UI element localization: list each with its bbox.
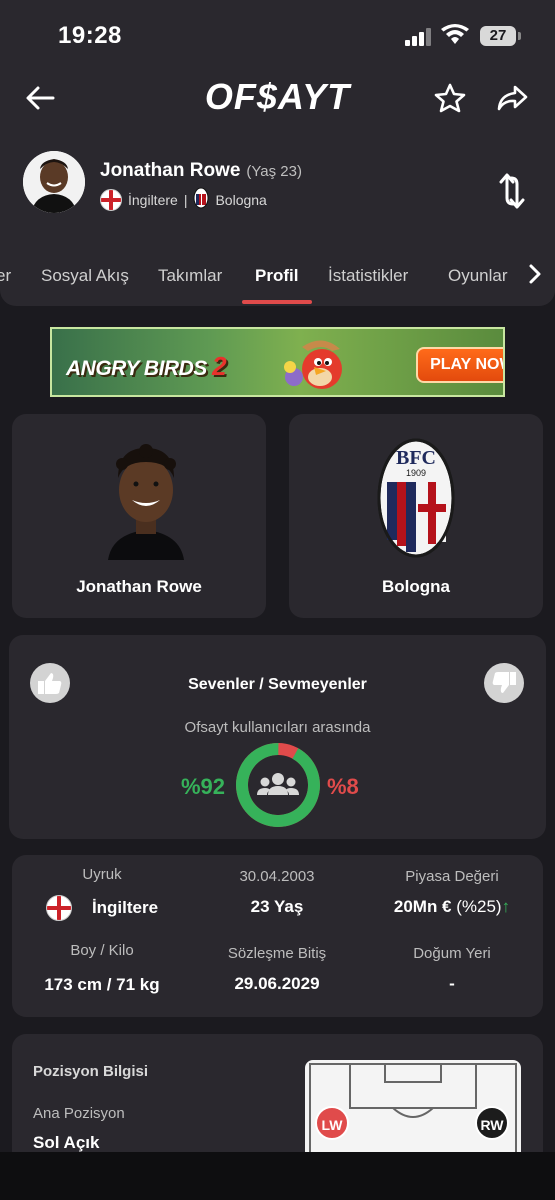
dislike-percentage: %8 [327,774,359,799]
contract-value: 29.06.2029 [234,974,320,993]
club-card[interactable]: BFC 1909 Bologna [289,414,543,618]
signal-icon [405,28,433,46]
height-weight-value: 173 cm / 71 kg [44,975,160,994]
svg-text:BFC: BFC [396,447,436,469]
tab-games[interactable]: Oyunlar [448,266,508,286]
position-title: Pozisyon Bilgisi [33,1063,149,1080]
battery-icon: 27 [480,26,521,46]
england-flag-icon [45,895,72,921]
birthplace-label: Doğum Yeri [413,945,491,962]
tab-bar: er Sosyal Akış Takımlar Profil İstatisti… [0,242,555,306]
ad-title: ANGRY BIRDS 2 [66,351,227,381]
contract-label: Sözleşme Bitiş [227,945,327,962]
main-position-value: Sol Açık [33,1133,100,1152]
market-value: 20Mn € (%25)↑ [393,897,511,916]
status-bar: 19:28 27 [0,0,555,70]
main-position-label: Ana Pozisyon [33,1105,125,1122]
birth-date: 30.04.2003 [239,868,315,885]
player-country[interactable]: İngiltere [128,192,178,208]
star-icon[interactable] [426,70,474,126]
birthplace-cell: Doğum Yeri - [367,945,537,994]
arrow-up-icon: ↑ [501,897,511,916]
player-name: Jonathan Rowe (Yaş 23) [100,160,302,181]
svg-text:1909: 1909 [406,468,426,478]
wifi-icon [441,24,469,46]
nationality-cell: Uyruk İngiltere [17,866,187,921]
age-value: 23 Yaş [250,897,304,916]
meta-separator: | [183,191,188,208]
club-card-name: Bologna [382,577,450,596]
chevron-right-icon[interactable] [515,242,555,306]
status-time: 19:28 [58,22,122,49]
tab-teams[interactable]: Takımlar [158,266,222,286]
likes-subtitle: Ofsayt kullanıcıları arasında [184,719,371,736]
player-meta: İngiltere | Bologna [100,187,267,212]
market-value-label: Piyasa Değeri [405,868,499,885]
contract-cell: Sözleşme Bitiş 29.06.2029 [192,945,362,994]
birth-cell: 30.04.2003 23 Yaş [192,868,362,917]
compare-swap-icon[interactable] [495,172,527,215]
player-card-name: Jonathan Rowe [76,577,202,596]
bologna-club-crest: BFC 1909 [377,438,455,558]
active-tab-indicator [242,300,312,304]
tab-profile[interactable]: Profil [255,266,298,286]
england-flag-icon [100,188,122,211]
player-avatar[interactable] [23,151,85,213]
like-percentage: %92 [181,774,226,799]
height-weight-label: Boy / Kilo [70,942,134,959]
position-rw-dot: RW [475,1106,509,1140]
bologna-crest-icon [193,187,209,212]
share-icon[interactable] [488,70,536,126]
market-value-cell: Piyasa Değeri 20Mn € (%25)↑ [367,868,537,917]
player-card[interactable]: Jonathan Rowe [12,414,266,618]
nationality-value: İngiltere [91,898,159,917]
player-photo [108,444,184,560]
users-group-icon [257,773,299,795]
likes-title: Sevenler / Sevmeyenler [188,676,367,693]
nationality-label: Uyruk [82,866,122,883]
player-club[interactable]: Bologna [215,192,266,208]
player-header: Jonathan Rowe (Yaş 23) İngiltere | Bologn… [0,142,555,242]
tab-statistics[interactable]: İstatistikler [328,266,408,286]
ad-banner[interactable]: ANGRY BIRDS 2 PLAY NOW! [50,327,505,397]
player-info-card: Uyruk İngiltere 30.04.2003 23 Yaş Piyasa… [12,855,543,1017]
likes-donut-chart [236,743,320,827]
player-age: (Yaş 23) [246,163,302,180]
ad-bird-icon [284,340,342,389]
likes-card: Sevenler / Sevmeyenler Ofsayt kullanıcıl… [9,635,546,839]
tab-social-feed[interactable]: Sosyal Akış [41,266,129,286]
tab-partial[interactable]: er [0,266,11,286]
top-bar: OF$AYT [0,70,555,142]
bottom-edge [0,1152,555,1200]
height-weight-cell: Boy / Kilo 173 cm / 71 kg [17,942,187,995]
birthplace-value: - [449,974,455,993]
position-lw-dot: LW [315,1106,349,1140]
ad-play-now-button[interactable]: PLAY NOW! [416,347,503,383]
